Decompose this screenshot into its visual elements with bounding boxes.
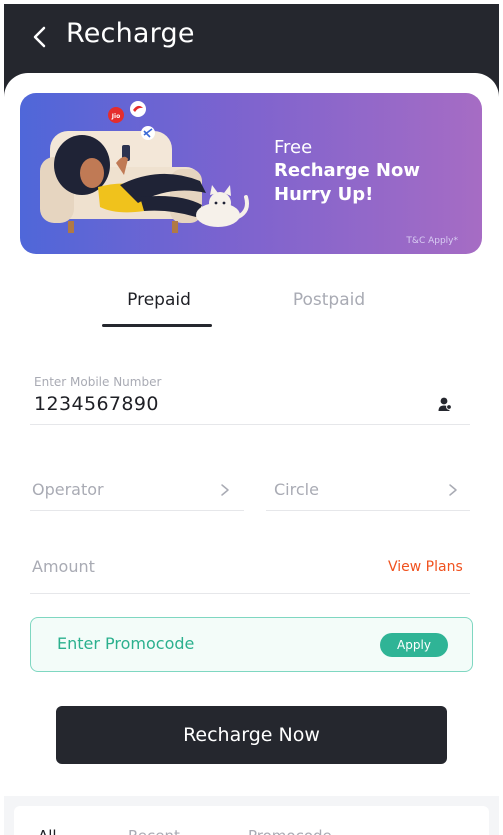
circle-placeholder: Circle	[274, 480, 319, 499]
tab-recent[interactable]: Recent	[128, 827, 180, 835]
promo-banner[interactable]: Jio Free Recharge Now Hurry Up! T&C Appl…	[20, 93, 482, 254]
chevron-right-icon	[449, 484, 457, 496]
promocode-box: Enter Promocode Apply	[30, 617, 473, 672]
banner-text-line2: Recharge Now	[274, 160, 420, 181]
banner-illustration: Jio	[40, 101, 249, 233]
recharge-screen: Recharge Jio Free Recharge Now Hurry Up!…	[4, 4, 499, 835]
amount-input[interactable]: Amount	[32, 557, 95, 576]
operator-placeholder: Operator	[32, 480, 104, 499]
active-tab-indicator	[102, 324, 212, 327]
mobile-number-label: Enter Mobile Number	[34, 375, 162, 389]
banner-terms: T&C Apply*	[406, 236, 458, 246]
banner-text-line1: Free	[274, 137, 313, 158]
banner-text-line3: Hurry Up!	[274, 184, 374, 205]
mobile-number-input[interactable]: 1234567890	[34, 393, 159, 415]
promocode-input[interactable]: Enter Promocode	[57, 634, 194, 653]
chevron-left-icon	[33, 26, 46, 48]
apply-promocode-button[interactable]: Apply	[380, 633, 448, 657]
mobile-field-underline	[30, 424, 470, 425]
tab-all[interactable]: All	[38, 827, 57, 835]
view-plans-link[interactable]: View Plans	[388, 559, 463, 575]
recharge-now-button[interactable]: Recharge Now	[56, 706, 447, 764]
operator-field-underline	[30, 510, 244, 511]
tab-prepaid[interactable]: Prepaid	[104, 290, 214, 310]
page-title: Recharge	[66, 18, 195, 49]
back-button[interactable]	[28, 20, 54, 54]
tab-promocode[interactable]: Promocode	[248, 827, 332, 835]
jio-logo: Jio	[111, 113, 120, 120]
amount-field-underline	[30, 593, 470, 594]
circle-field-underline	[266, 510, 470, 511]
chevron-right-icon	[221, 484, 229, 496]
contact-person-icon[interactable]	[438, 396, 452, 412]
tab-postpaid[interactable]: Postpaid	[274, 290, 384, 310]
